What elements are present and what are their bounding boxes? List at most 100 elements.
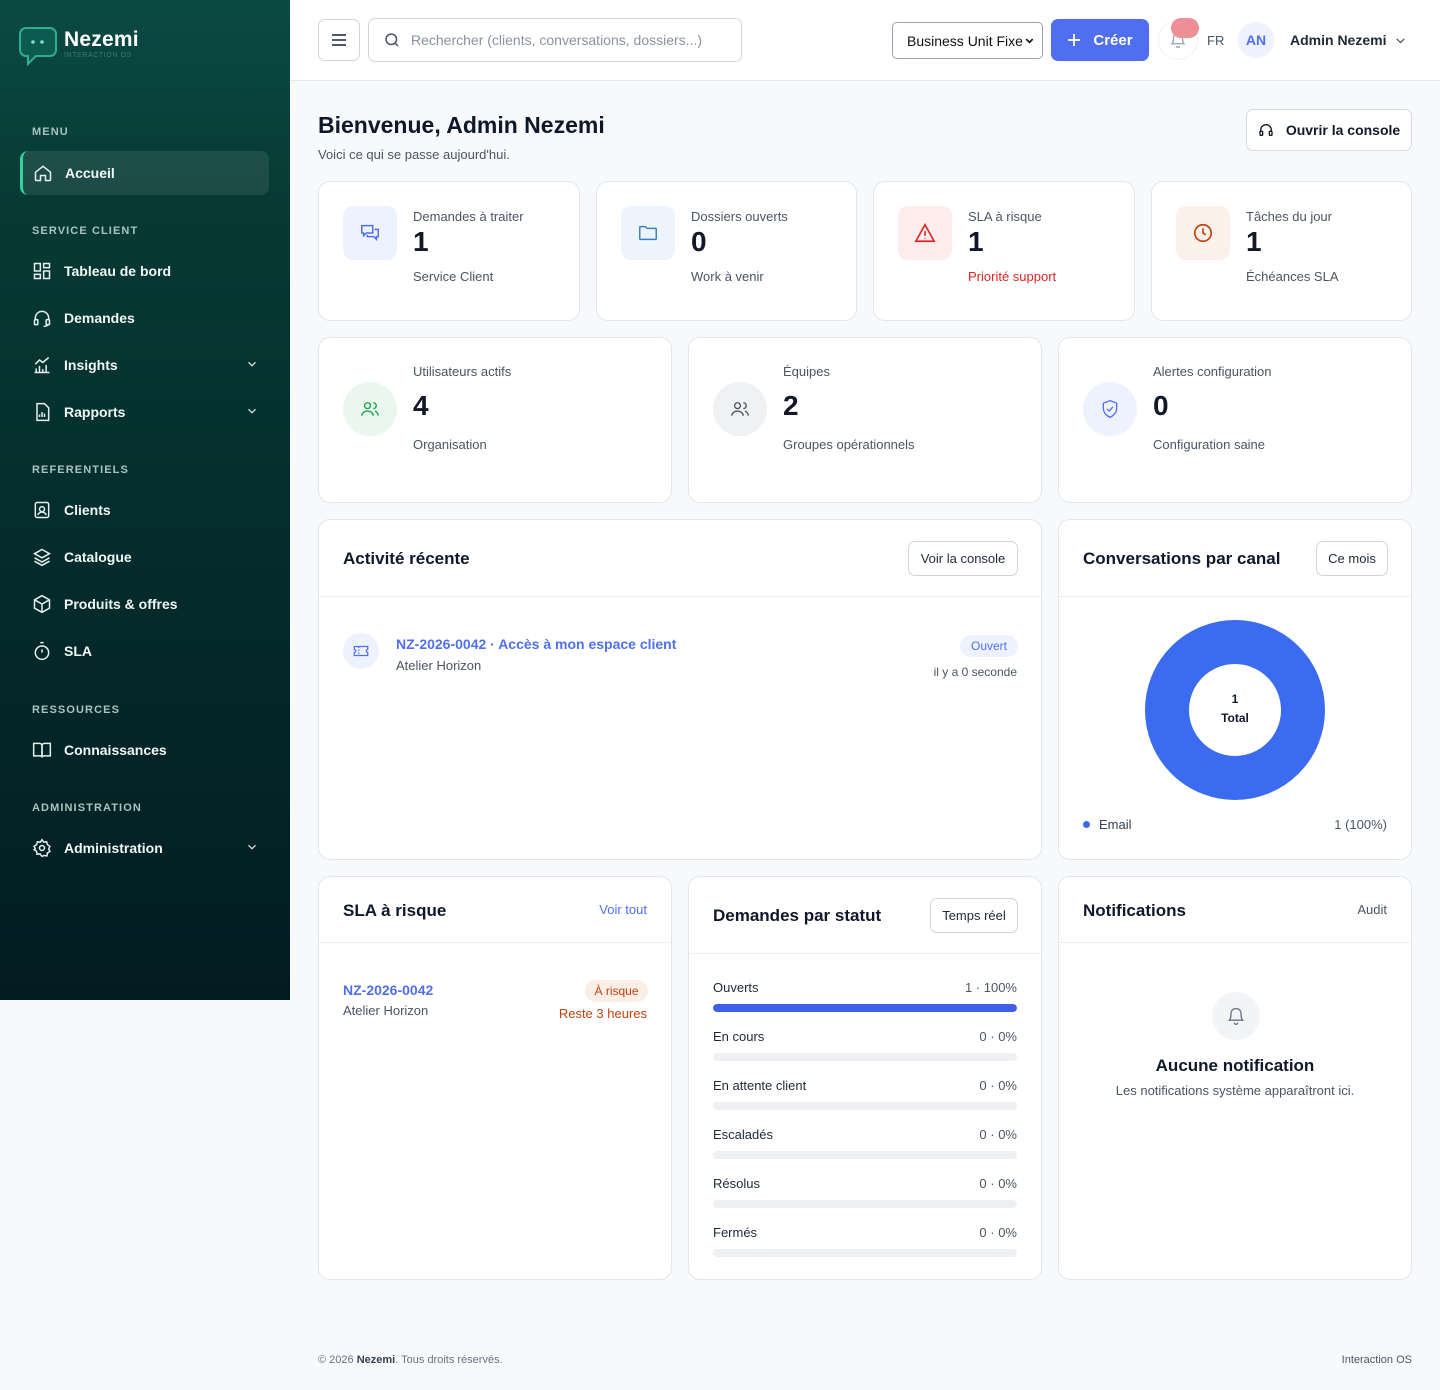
stat-label: Tâches du jour xyxy=(1246,209,1332,224)
stat-value: 0 xyxy=(691,226,707,257)
search-icon xyxy=(383,31,401,49)
business-unit-select[interactable]: Business Unit Fixe xyxy=(892,22,1043,59)
audit-link[interactable]: Audit xyxy=(1357,902,1387,917)
chat-bubble-logo-icon xyxy=(18,26,58,68)
recent-activity-card: Activité récente Voir la console NZ-2026… xyxy=(318,519,1042,860)
business-unit-value: Business Unit Fixe xyxy=(907,32,1023,49)
status-track xyxy=(713,1249,1017,1257)
footer-year: © 2026 xyxy=(318,1354,354,1366)
page-title: Bienvenue, Admin Nezemi xyxy=(318,112,605,138)
sla-item-link[interactable]: NZ-2026-0042 xyxy=(343,982,433,998)
card-title: Notifications xyxy=(1083,901,1186,920)
stat-card-dossiers[interactable]: Dossiers ouverts 0 Work à venir xyxy=(596,181,857,321)
card-title: Demandes par statut xyxy=(713,906,882,925)
sidebar-item-connaissances[interactable]: Connaissances xyxy=(20,728,269,772)
section-referentiels: REFERENTIELS xyxy=(32,464,129,476)
folder-icon xyxy=(621,206,675,260)
card-divider xyxy=(689,953,1041,954)
empty-title: Aucune notification xyxy=(1155,1056,1315,1075)
card-divider xyxy=(319,942,671,943)
search-input[interactable] xyxy=(411,32,711,48)
footer-product: Interaction OS xyxy=(1341,1354,1412,1366)
section-ressources: RESSOURCES xyxy=(32,704,121,716)
realtime-button[interactable]: Temps réel xyxy=(930,898,1018,933)
donut-center-value: 1 xyxy=(1231,692,1239,706)
status-value: 0 · 0% xyxy=(979,1078,1017,1093)
avatar[interactable]: AN xyxy=(1238,22,1274,58)
card-divider xyxy=(319,596,1041,597)
status-track xyxy=(713,1102,1017,1110)
hamburger-icon xyxy=(331,33,347,47)
contact-card-icon xyxy=(32,500,52,520)
view-all-link[interactable]: Voir tout xyxy=(599,902,647,917)
sidebar-item-catalogue[interactable]: Catalogue xyxy=(20,535,269,579)
stat-sub: Organisation xyxy=(413,437,487,452)
sla-risk-card: SLA à risque Voir tout NZ-2026-0042 Atel… xyxy=(318,876,672,1280)
status-track xyxy=(713,1004,1017,1012)
chevron-down-icon xyxy=(245,840,259,854)
sidebar-item-accueil[interactable]: Accueil xyxy=(20,151,269,195)
section-service-client: SERVICE CLIENT xyxy=(32,225,139,237)
stat-label: Demandes à traiter xyxy=(413,209,524,224)
report-icon xyxy=(32,402,52,422)
stat-label: Dossiers ouverts xyxy=(691,209,788,224)
create-button[interactable]: Créer xyxy=(1051,19,1149,61)
card-divider xyxy=(1059,596,1411,597)
shield-check-icon xyxy=(1083,382,1137,436)
sidebar-item-rapports[interactable]: Rapports xyxy=(20,390,269,434)
sidebar-item-clients[interactable]: Clients xyxy=(20,488,269,532)
menu-toggle-button[interactable] xyxy=(318,19,360,61)
card-title: Activité récente xyxy=(343,549,470,568)
language-switcher[interactable]: FR xyxy=(1207,33,1224,48)
stat-value: 1 xyxy=(1246,226,1262,257)
sidebar-item-insights[interactable]: Insights xyxy=(20,343,269,387)
sidebar-item-sla[interactable]: SLA xyxy=(20,629,269,673)
bell-icon xyxy=(1212,992,1260,1040)
sidebar-item-administration[interactable]: Administration xyxy=(20,826,269,870)
brand-logo[interactable]: Nezemi INTERACTION OS xyxy=(18,26,139,68)
stat-card-demandes[interactable]: Demandes à traiter 1 Service Client xyxy=(318,181,580,321)
activity-item-link[interactable]: NZ-2026-0042 · Accès à mon espace client xyxy=(396,636,676,652)
legend-dot xyxy=(1083,821,1090,828)
status-badge: Ouvert xyxy=(960,635,1018,657)
stat-label: Équipes xyxy=(783,364,830,379)
sidebar-item-label: Demandes xyxy=(64,310,135,326)
stat-card-utilisateurs[interactable]: Utilisateurs actifs 4 Organisation xyxy=(318,337,672,503)
clock-icon xyxy=(1176,206,1230,260)
sidebar-item-produits-offres[interactable]: Produits & offres xyxy=(20,582,269,626)
status-label: Ouverts xyxy=(713,980,759,995)
sidebar-item-label: Rapports xyxy=(64,404,126,420)
stat-card-taches[interactable]: Tâches du jour 1 Échéances SLA xyxy=(1151,181,1412,321)
sidebar-item-label: Catalogue xyxy=(64,549,132,565)
user-menu[interactable]: Admin Nezemi xyxy=(1290,32,1407,48)
sla-remaining: Reste 3 heures xyxy=(558,1006,647,1021)
sidebar-item-label: Connaissances xyxy=(64,742,167,758)
layers-icon xyxy=(32,547,52,567)
topbar: Business Unit Fixe Créer FR AN Admin Nez… xyxy=(290,0,1440,81)
status-label: Fermés xyxy=(713,1225,758,1240)
status-label: En cours xyxy=(713,1029,765,1044)
status-value: 0 · 0% xyxy=(979,1029,1017,1044)
stat-card-sla[interactable]: SLA à risque 1 Priorité support xyxy=(873,181,1135,321)
sidebar-item-label: Insights xyxy=(64,357,118,373)
status-fill xyxy=(713,1004,1017,1012)
home-icon xyxy=(33,163,53,183)
view-console-button[interactable]: Voir la console xyxy=(908,541,1018,576)
sidebar-item-demandes[interactable]: Demandes xyxy=(20,296,269,340)
period-button[interactable]: Ce mois xyxy=(1316,541,1388,576)
empty-text: Les notifications système apparaîtront i… xyxy=(1115,1083,1355,1098)
status-label: Escaladés xyxy=(713,1127,773,1142)
team-icon xyxy=(713,382,767,436)
legend-value: 1 (100%) xyxy=(1334,817,1387,832)
sidebar-item-label: Tableau de bord xyxy=(64,263,172,279)
chevron-down-icon xyxy=(1024,35,1035,46)
brand-tagline: INTERACTION OS xyxy=(64,52,132,59)
sidebar-item-tableau-de-bord[interactable]: Tableau de bord xyxy=(20,249,269,293)
plus-icon xyxy=(1067,33,1081,47)
search-box[interactable] xyxy=(368,18,742,62)
stat-card-equipes[interactable]: Équipes 2 Groupes opérationnels xyxy=(688,337,1042,503)
create-label: Créer xyxy=(1093,31,1133,49)
open-console-button[interactable]: Ouvrir la console xyxy=(1246,109,1412,151)
headset-icon xyxy=(32,308,52,328)
stat-card-alertes[interactable]: Alertes configuration 0 Configuration sa… xyxy=(1058,337,1412,503)
